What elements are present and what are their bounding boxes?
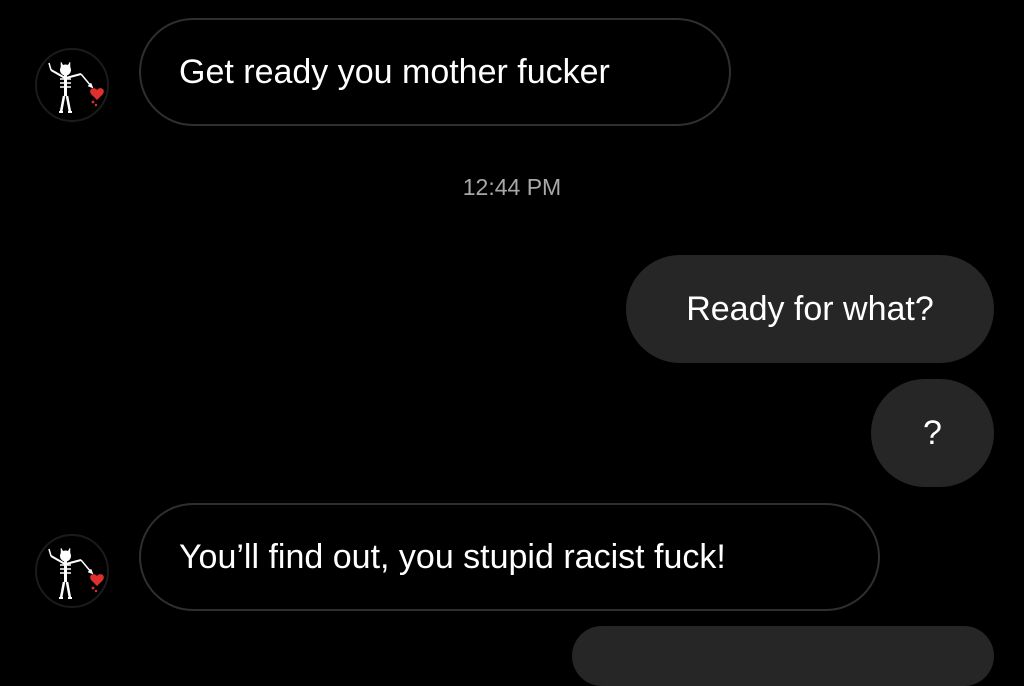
incoming-message-bubble[interactable]: Get ready you mother fucker — [139, 18, 731, 126]
message-text: Ready for what? — [686, 289, 934, 328]
outgoing-message-bubble-partial[interactable] — [572, 626, 994, 686]
message-text: You’ll find out, you stupid racist fuck! — [179, 537, 726, 576]
heart-icon — [90, 88, 104, 100]
message-timestamp: 12:44 PM — [462, 174, 562, 200]
pirate-skeleton-flag-icon — [48, 547, 104, 599]
sender-avatar[interactable] — [35, 48, 109, 122]
message-text: Get ready you mother fucker — [179, 52, 610, 91]
heart-icon — [90, 574, 104, 586]
incoming-message-bubble[interactable]: You’ll find out, you stupid racist fuck! — [139, 503, 880, 611]
message-thread[interactable]: Get ready you mother fucker 12:44 PM Rea… — [0, 0, 1024, 686]
sender-avatar[interactable] — [35, 534, 109, 608]
outgoing-message-bubble[interactable]: ? — [871, 379, 994, 487]
pirate-skeleton-flag-icon — [48, 61, 104, 113]
message-text: ? — [923, 413, 942, 452]
outgoing-message-bubble[interactable]: Ready for what? — [626, 255, 994, 363]
